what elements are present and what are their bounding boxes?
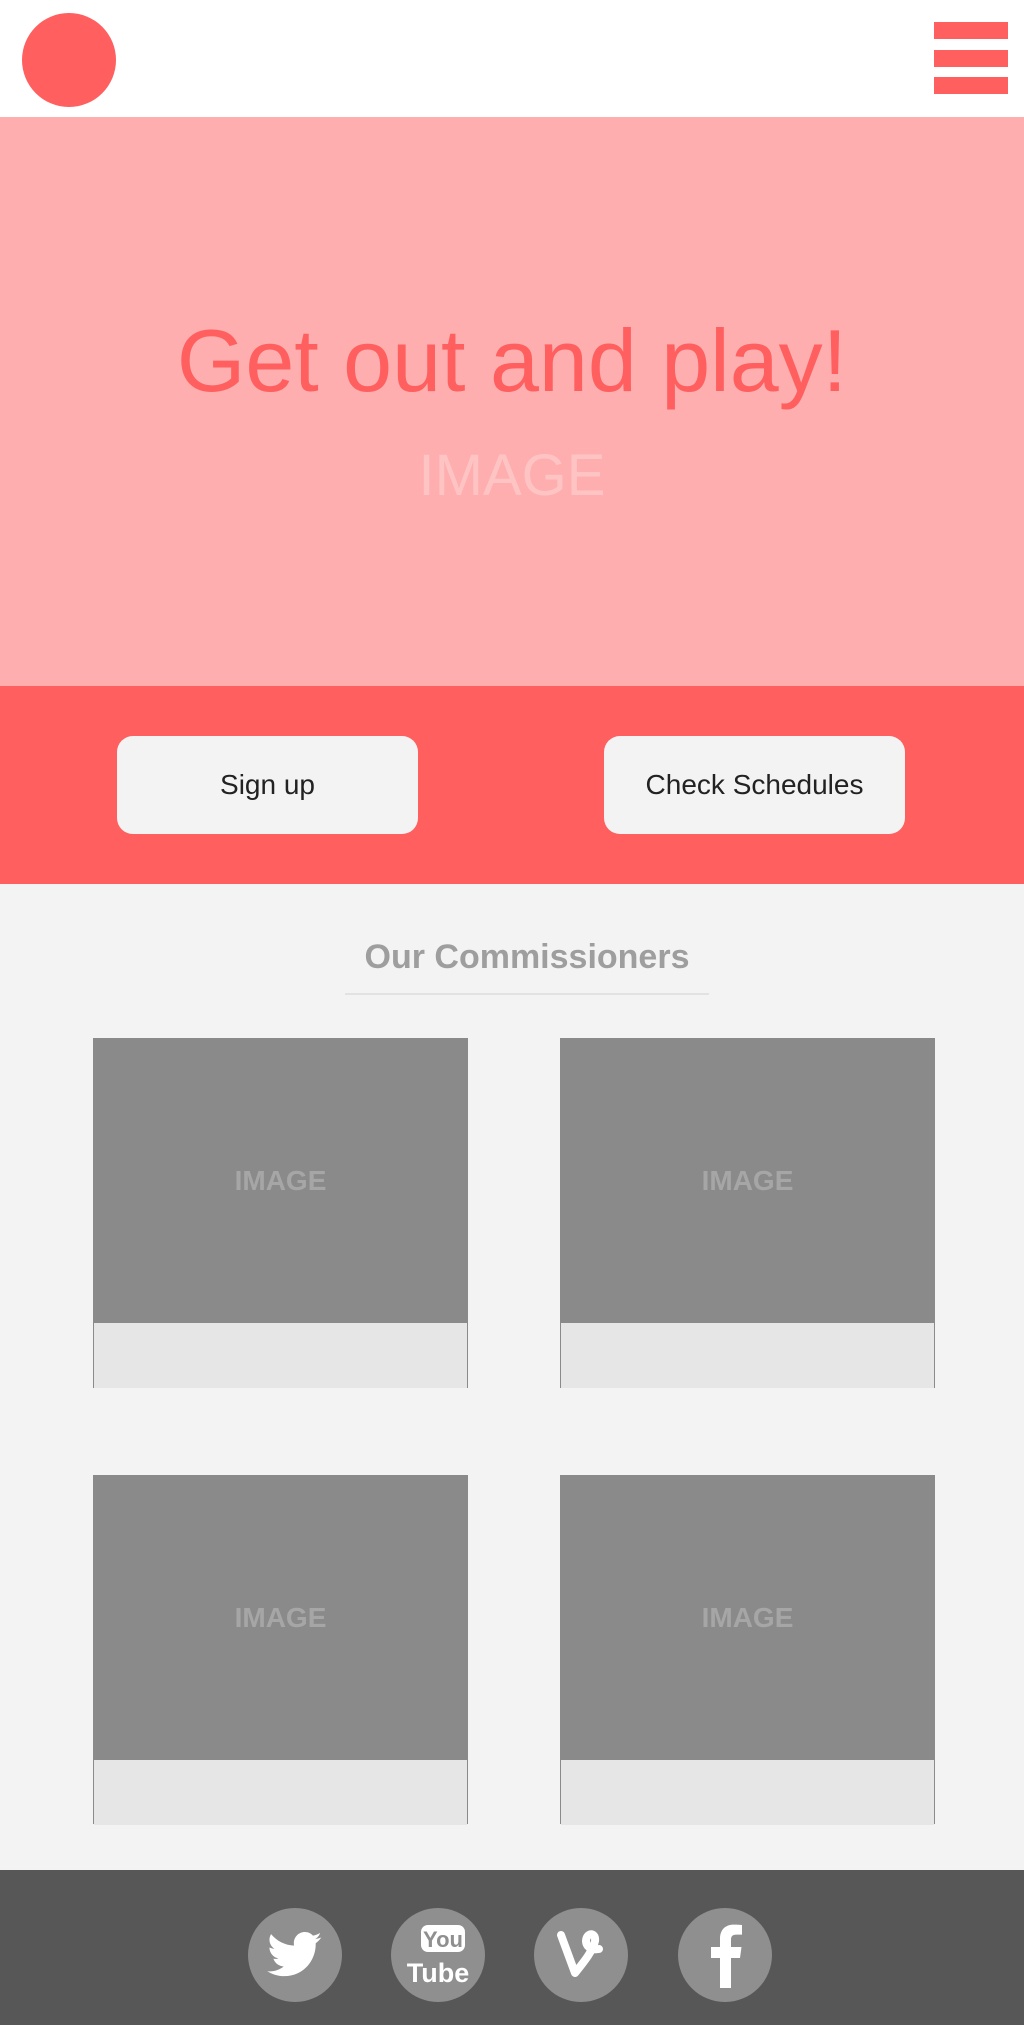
menu-bar	[934, 77, 1008, 94]
commissioner-caption	[94, 1323, 467, 1388]
commissioner-card[interactable]: IMAGE	[560, 1475, 935, 1825]
hero-image-placeholder: IMAGE	[418, 443, 606, 508]
image-placeholder-label: IMAGE	[234, 1164, 327, 1196]
check-schedules-button[interactable]: Check Schedules	[604, 736, 905, 834]
commissioner-card[interactable]: IMAGE	[93, 1038, 468, 1388]
hero-title: Get out and play!	[176, 311, 848, 410]
commissioner-image: IMAGE	[94, 1475, 467, 1760]
commissioners-section: Our Commissioners IMAGE IMAGE IMAGE IMAG…	[0, 884, 1024, 1870]
menu-bar	[934, 50, 1008, 67]
commissioner-caption	[561, 1760, 934, 1825]
commissioner-image: IMAGE	[561, 1475, 934, 1760]
logo[interactable]	[22, 13, 116, 107]
twitter-icon[interactable]	[248, 1908, 342, 2002]
image-placeholder-label: IMAGE	[234, 1601, 327, 1633]
image-placeholder-label: IMAGE	[701, 1601, 794, 1633]
commissioner-image: IMAGE	[94, 1038, 467, 1323]
commissioner-caption	[561, 1323, 934, 1388]
section-title: Our Commissioners	[364, 938, 690, 976]
menu-bar	[934, 22, 1008, 39]
cta-band: Sign up Check Schedules	[0, 686, 1024, 884]
youtube-logo-glyph: You Tube	[407, 1925, 469, 1988]
vine-glyph	[557, 1930, 603, 1977]
commissioner-card[interactable]: IMAGE	[93, 1475, 468, 1825]
commissioner-card[interactable]: IMAGE	[560, 1038, 935, 1388]
hero-banner: Get out and play! IMAGE	[0, 117, 1024, 686]
vine-icon[interactable]	[534, 1908, 628, 2002]
commissioner-image: IMAGE	[561, 1038, 934, 1323]
hamburger-menu-icon[interactable]	[933, 21, 1009, 96]
facebook-f-glyph	[711, 1924, 742, 1988]
facebook-icon[interactable]	[678, 1908, 772, 2002]
twitter-bird-glyph	[267, 1932, 322, 1977]
site-header	[0, 0, 1024, 117]
site-footer: You Tube	[0, 1870, 1024, 2025]
youtube-text-top: You	[423, 1927, 463, 1952]
image-placeholder-label: IMAGE	[701, 1164, 794, 1196]
commissioner-caption	[94, 1760, 467, 1825]
title-divider	[345, 993, 709, 995]
youtube-icon[interactable]: You Tube	[391, 1908, 485, 2002]
youtube-text-bottom: Tube	[407, 1958, 469, 1988]
sign-up-button[interactable]: Sign up	[117, 736, 418, 834]
